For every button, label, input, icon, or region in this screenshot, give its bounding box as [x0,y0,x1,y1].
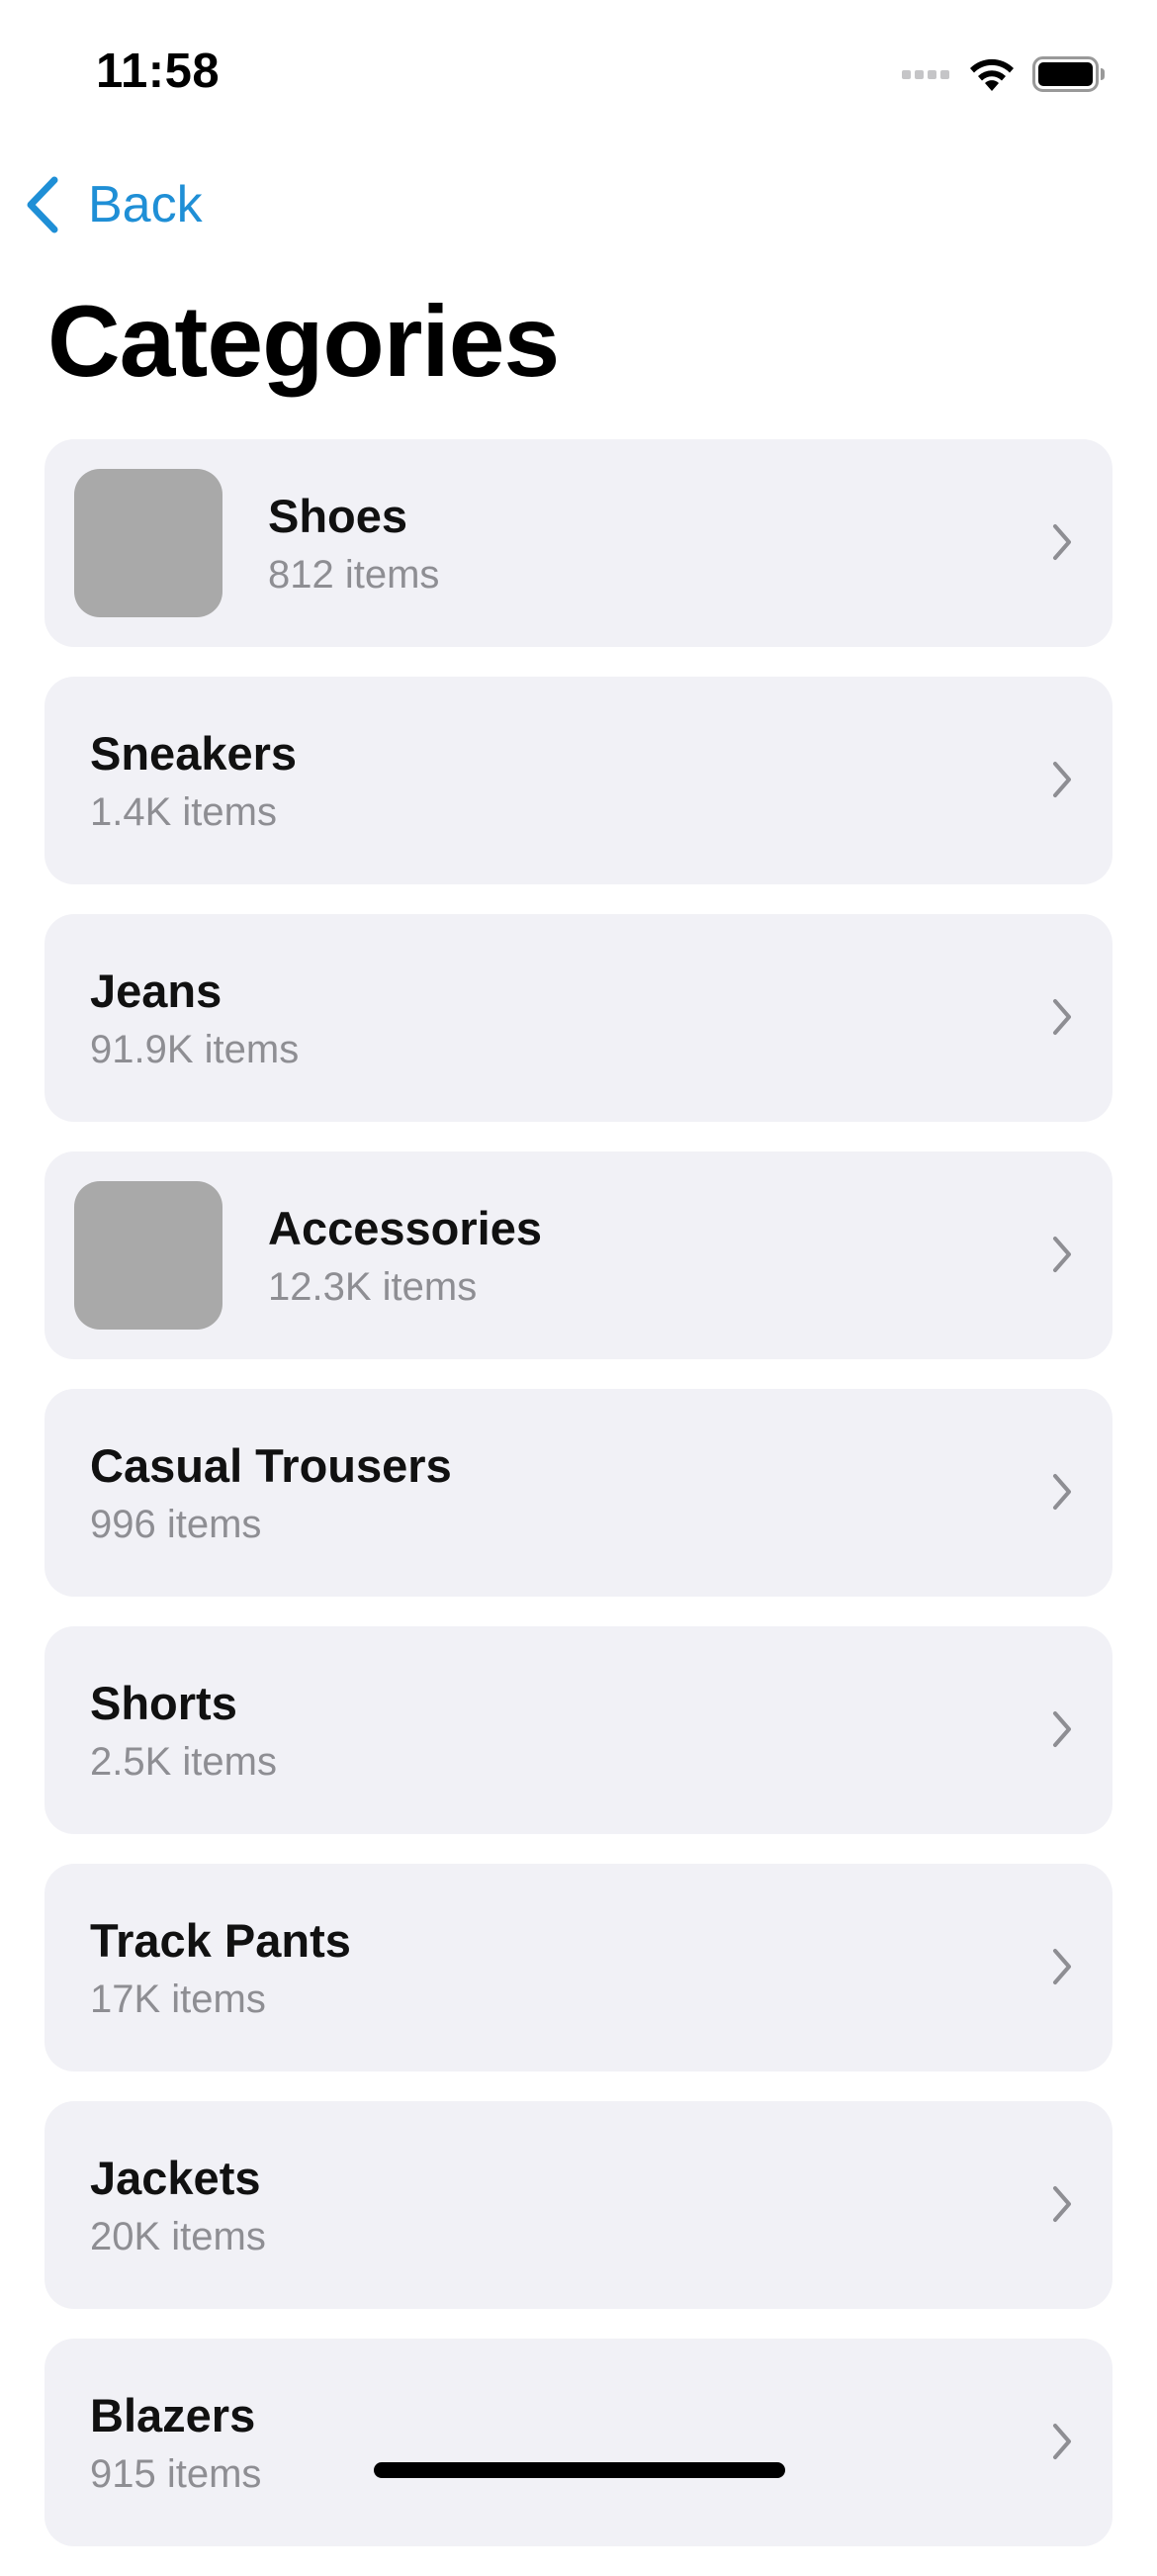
category-item-accessories[interactable]: Accessories 12.3K items [44,1151,1112,1359]
category-thumbnail [74,469,222,617]
status-bar: 11:58 [0,0,1157,148]
battery-icon [1032,56,1105,92]
back-button[interactable]: Back [25,170,203,239]
back-button-label: Back [88,176,203,233]
chevron-right-icon [1053,2424,1071,2459]
chevron-right-icon [1053,1711,1071,1747]
category-item-shorts[interactable]: Shorts 2.5K items [44,1626,1112,1834]
category-item-jackets[interactable]: Jackets 20K items [44,2101,1112,2309]
category-name: Blazers [90,2389,256,2441]
category-count: 20K items [90,2215,266,2258]
chevron-right-icon [1053,1949,1071,1984]
status-indicators [902,51,1106,97]
category-count: 2.5K items [90,1740,277,1784]
cellular-signal-icon [902,69,949,79]
chevron-right-icon [1053,524,1071,560]
category-name: Accessories [268,1202,542,1254]
category-item-jeans[interactable]: Jeans 91.9K items [44,914,1112,1122]
chevron-right-icon [1053,762,1071,797]
category-name: Jackets [90,2152,261,2204]
wifi-icon [970,58,1014,91]
chevron-right-icon [1053,2186,1071,2222]
category-count: 12.3K items [268,1265,478,1309]
category-name: Track Pants [90,1914,351,1967]
status-time: 11:58 [96,45,221,98]
category-count: 812 items [268,553,440,597]
category-name: Shoes [268,490,408,542]
category-count: 1.4K items [90,790,277,834]
category-item-sneakers[interactable]: Sneakers 1.4K items [44,677,1112,884]
category-item-blazers[interactable]: Blazers 915 items [44,2339,1112,2546]
category-count: 17K items [90,1978,266,2021]
chevron-right-icon [1053,1237,1071,1272]
category-thumbnail [74,1181,222,1330]
category-count: 915 items [90,2452,262,2496]
category-name: Jeans [90,965,222,1017]
page-title: Categories [47,285,560,398]
category-item-casual-trousers[interactable]: Casual Trousers 996 items [44,1389,1112,1597]
category-name: Sneakers [90,727,298,780]
category-name: Shorts [90,1677,237,1729]
category-name: Casual Trousers [90,1439,452,1492]
category-item-track-pants[interactable]: Track Pants 17K items [44,1864,1112,2071]
category-count: 996 items [90,1503,262,1546]
category-item-shoes[interactable]: Shoes 812 items [44,439,1112,647]
category-list: Shoes 812 items Sneakers 1.4K items Jean… [44,439,1112,2576]
chevron-left-icon [27,176,58,233]
chevron-right-icon [1053,1474,1071,1510]
chevron-right-icon [1053,999,1071,1035]
home-indicator[interactable] [374,2462,785,2478]
category-count: 91.9K items [90,1028,300,1071]
